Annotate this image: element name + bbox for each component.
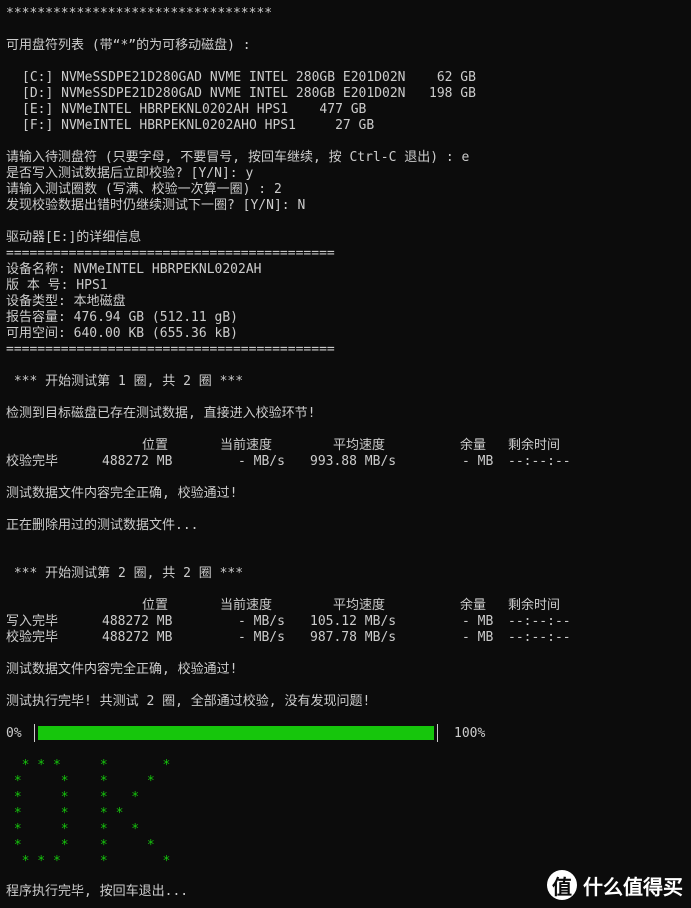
summary-message: 测试执行完毕! 共测试 2 圈, 全部通过校验, 没有发现问题!: [6, 694, 371, 709]
watermark-logo-icon: 值: [547, 870, 577, 900]
drive-info-line: 可用空间: 640.00 KB (655.36 kB): [6, 326, 239, 341]
row-current-speed: - MB/s: [238, 454, 285, 469]
round1-result: 测试数据文件内容完全正确, 校验通过!: [6, 486, 238, 501]
header-remaining: 余量: [460, 598, 487, 613]
drive-info-line: 设备类型: 本地磁盘: [6, 294, 126, 309]
ok-art-line: * * * * *: [6, 758, 171, 773]
ok-art-line: * * * *: [6, 806, 124, 821]
deleting-message: 正在删除用过的测试数据文件...: [6, 518, 199, 533]
ok-art-line: * * * *: [6, 838, 155, 853]
row-average-speed: 105.12 MB/s: [310, 614, 397, 629]
progress-bar: [34, 724, 438, 742]
prompt-verify: 是否写入测试数据后立即校验? [Y/N]: y: [6, 166, 254, 181]
separator: ========================================…: [6, 342, 335, 357]
row-time-left: --:--:--: [508, 630, 571, 645]
drive-list-item: [F:] NVMeINTEL HBRPEKNL0202AHO HPS1 27 G…: [22, 118, 375, 133]
round2-title: *** 开始测试第 2 圈, 共 2 圈 ***: [6, 566, 244, 581]
drive-info-line: 版 本 号: HPS1: [6, 278, 108, 293]
ok-art-line: * * * *: [6, 822, 140, 837]
row-time-left: --:--:--: [508, 614, 571, 629]
row-label: 校验完毕: [6, 454, 59, 469]
separator: ========================================…: [6, 246, 335, 261]
prompt-drive-letter: 请输入待测盘符 (只要字母, 不要冒号, 按回车继续, 按 Ctrl-C 退出)…: [6, 150, 470, 165]
row-label: 校验完毕: [6, 630, 59, 645]
drive-list-item: [E:] NVMeINTEL HBRPEKNL0202AH HPS1 477 G…: [22, 102, 367, 117]
round1-note: 检测到目标磁盘已存在测试数据, 直接进入校验环节!: [6, 406, 316, 421]
prompt-continue-on-error: 发现校验数据出错时仍继续测试下一圈? [Y/N]: N: [6, 198, 306, 213]
round1-title: *** 开始测试第 1 圈, 共 2 圈 ***: [6, 374, 244, 389]
header-average-speed: 平均速度: [333, 598, 386, 613]
drive-list-item: [C:] NVMeSSDPE21D280GAD NVME INTEL 280GB…: [22, 70, 476, 85]
watermark-text: 什么值得买: [583, 874, 683, 899]
header-time-left: 剩余时间: [508, 598, 561, 613]
drive-list-title: 可用盘符列表 (带“*”的为可移动磁盘) :: [6, 38, 251, 53]
progress-start-label: 0%: [6, 726, 22, 741]
watermark: 值 什么值得买: [547, 870, 683, 900]
header-time-left: 剩余时间: [508, 438, 561, 453]
header-current-speed: 当前速度: [220, 598, 273, 613]
ok-art-line: * * * * *: [6, 854, 171, 869]
drive-info-line: 设备名称: NVMeINTEL HBRPEKNL0202AH: [6, 262, 262, 277]
header-banner: **********************************: [6, 6, 273, 21]
row-remaining: - MB: [462, 630, 494, 645]
row-current-speed: - MB/s: [238, 614, 285, 629]
row-position: 488272 MB: [102, 454, 173, 469]
row-position: 488272 MB: [102, 630, 173, 645]
progress-bar-fill: [38, 726, 434, 740]
round2-result: 测试数据文件内容完全正确, 校验通过!: [6, 662, 238, 677]
exit-message: 程序执行完毕, 按回车退出...: [6, 884, 189, 899]
row-position: 488272 MB: [102, 614, 173, 629]
row-remaining: - MB: [462, 614, 494, 629]
row-current-speed: - MB/s: [238, 630, 285, 645]
ok-art-line: * * * *: [6, 774, 155, 789]
header-position: 位置: [142, 598, 169, 613]
drive-list-item: [D:] NVMeSSDPE21D280GAD NVME INTEL 280GB…: [22, 86, 476, 101]
row-time-left: --:--:--: [508, 454, 571, 469]
header-position: 位置: [142, 438, 169, 453]
progress-end-label: 100%: [454, 726, 486, 741]
drive-info-line: 报告容量: 476.94 GB (512.11 gB): [6, 310, 239, 325]
header-average-speed: 平均速度: [333, 438, 386, 453]
prompt-rounds: 请输入测试圈数 (写满、校验一次算一圈) : 2: [6, 182, 282, 197]
row-label: 写入完毕: [6, 614, 59, 629]
header-remaining: 余量: [460, 438, 487, 453]
drive-info-title: 驱动器[E:]的详细信息: [6, 230, 142, 245]
row-average-speed: 987.78 MB/s: [310, 630, 397, 645]
row-remaining: - MB: [462, 454, 494, 469]
header-current-speed: 当前速度: [220, 438, 273, 453]
ok-art-line: * * * *: [6, 790, 140, 805]
row-average-speed: 993.88 MB/s: [310, 454, 397, 469]
